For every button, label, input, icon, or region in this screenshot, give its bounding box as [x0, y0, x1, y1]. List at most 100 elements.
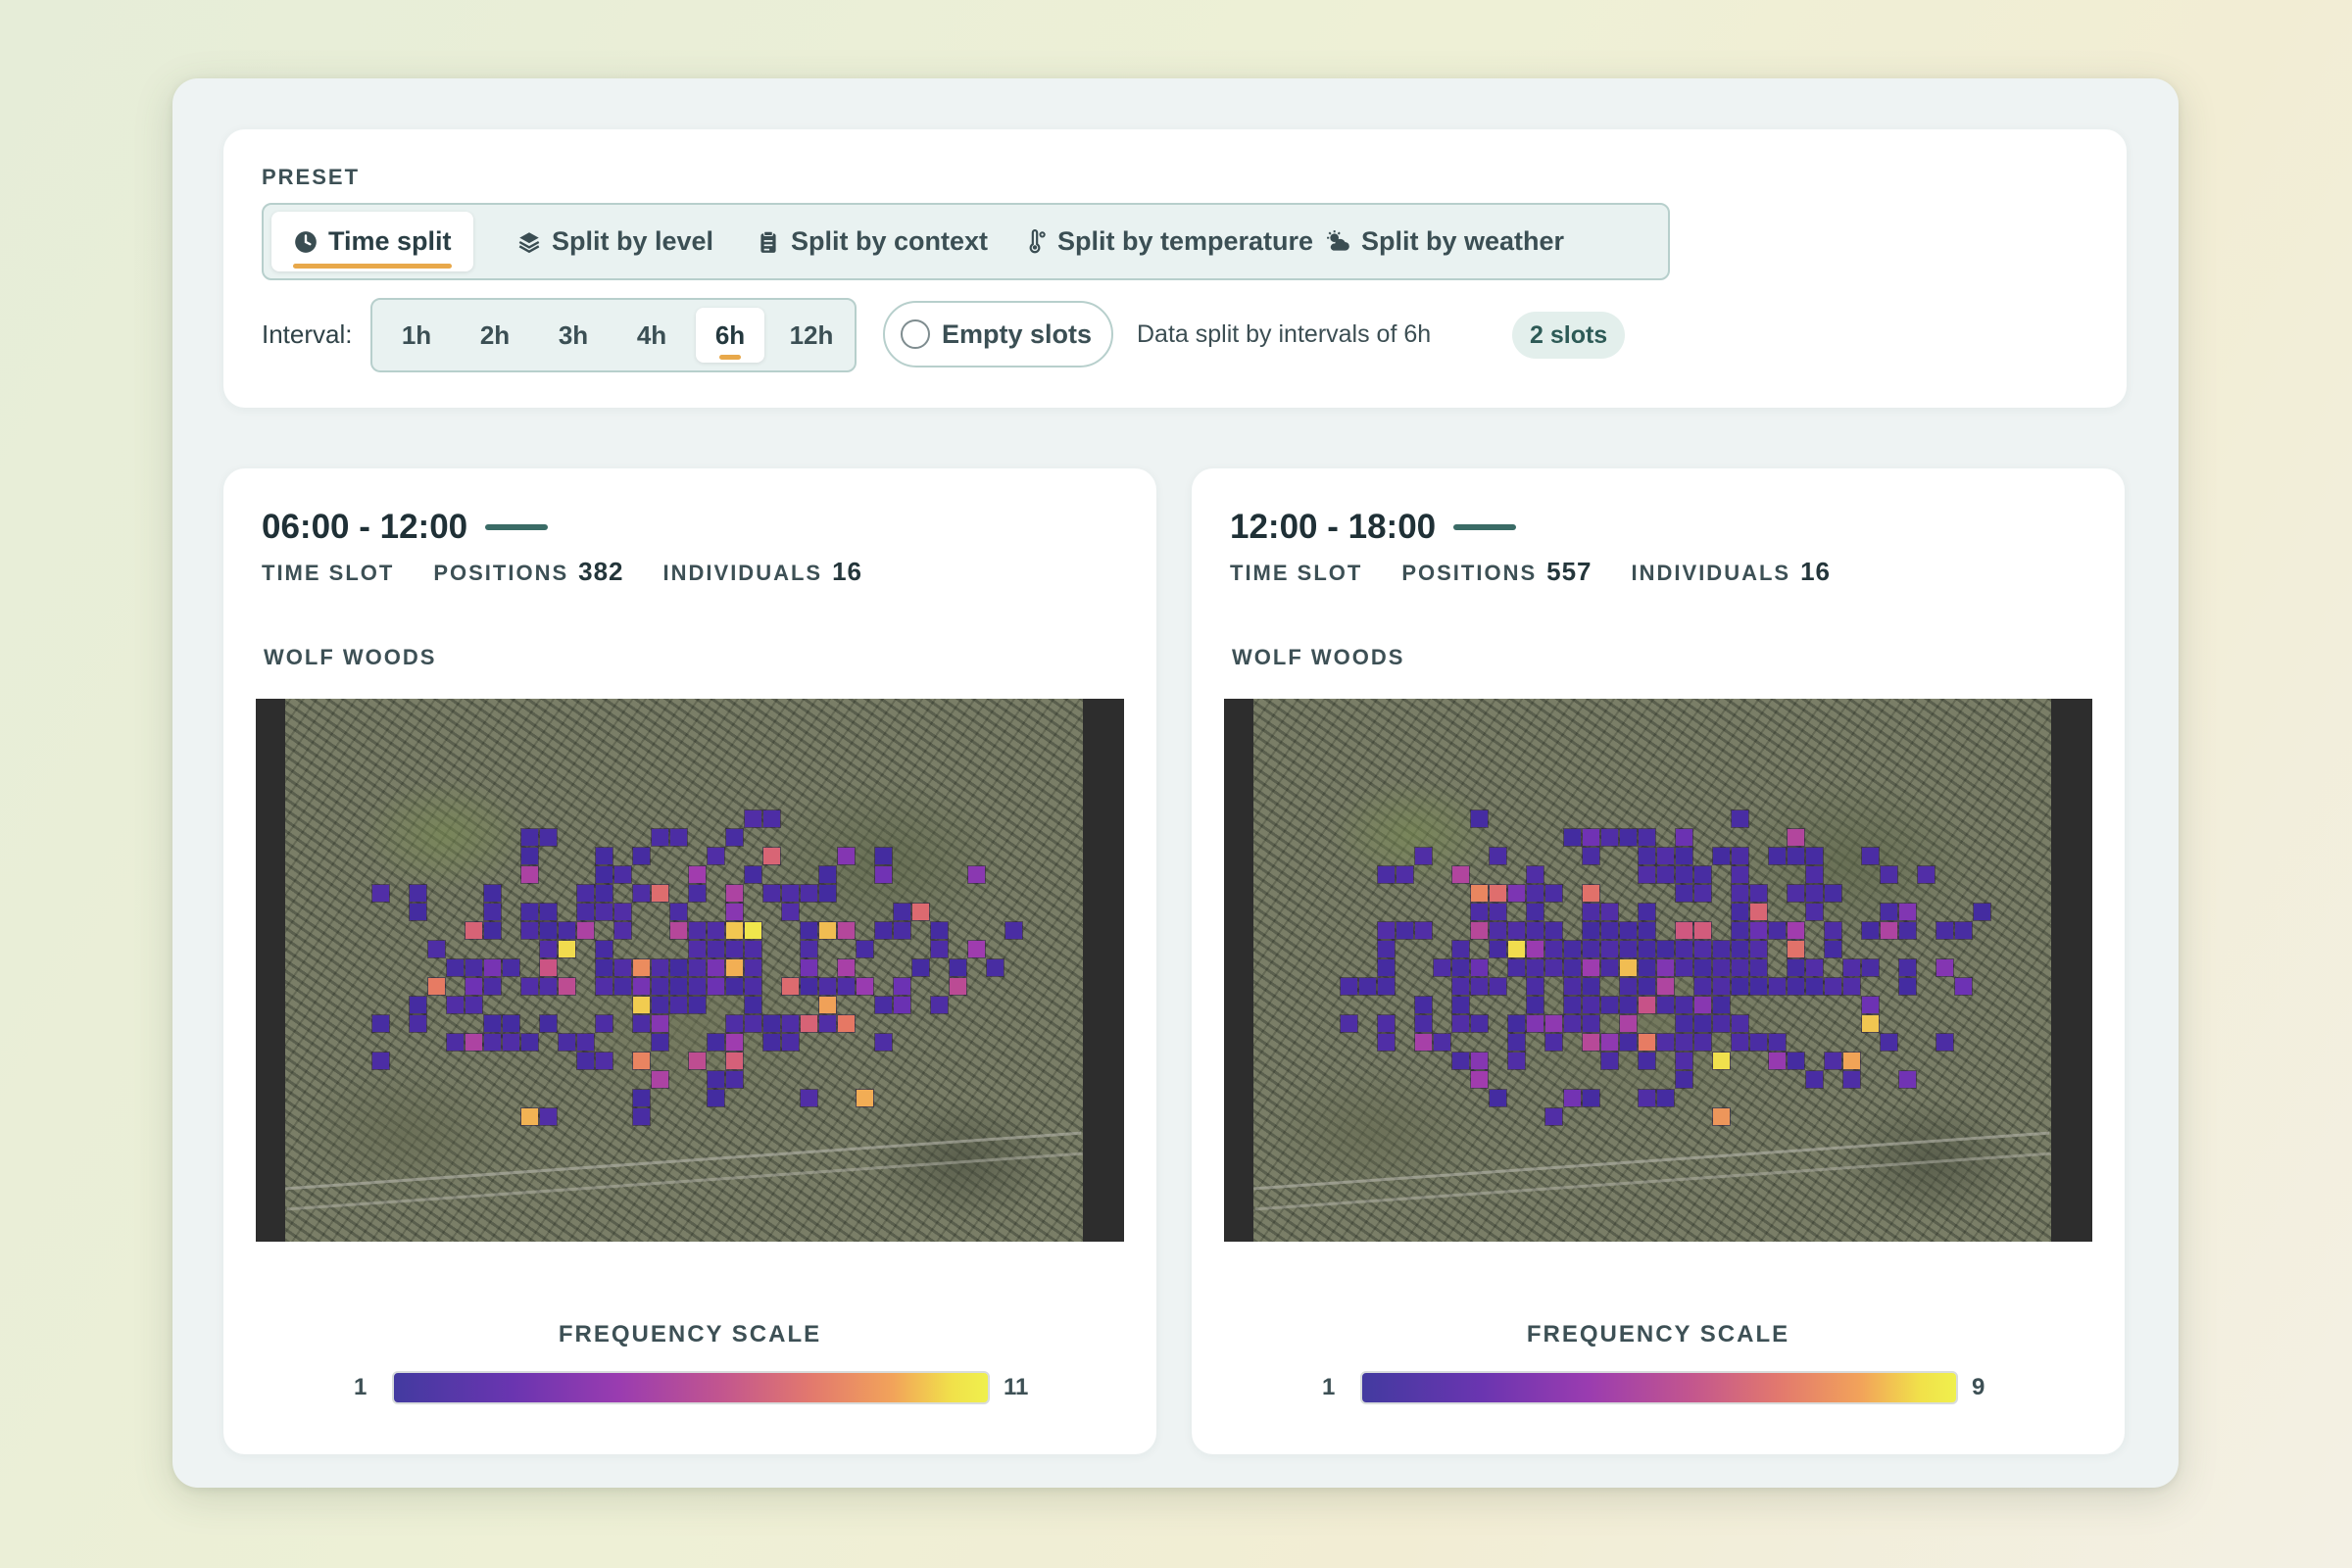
- heatmap-cell: [1861, 958, 1880, 977]
- heatmap-map[interactable]: [256, 699, 1124, 1242]
- preset-panel: PRESET Time split Split by level Split b…: [223, 129, 2127, 408]
- positions-label: POSITIONS: [1401, 561, 1538, 585]
- heatmap-cell: [1805, 884, 1824, 903]
- heatmap-cell: [1917, 865, 1936, 884]
- heatmap-cell: [1377, 958, 1396, 977]
- tab-time-split[interactable]: Time split: [271, 212, 473, 271]
- heatmap-cell: [1544, 884, 1563, 903]
- heatmap-cell: [1489, 977, 1507, 996]
- heatmap-cell: [800, 958, 818, 977]
- heatmap-cell: [744, 809, 762, 828]
- heatmap-layer: [1224, 699, 2092, 1242]
- heatmap-cell: [1451, 940, 1470, 958]
- heatmap-cell: [1470, 1070, 1489, 1089]
- heatmap-cell: [1712, 958, 1731, 977]
- heatmap-cell: [409, 884, 427, 903]
- clipboard-icon: [760, 230, 776, 253]
- heatmap-cell: [409, 1014, 427, 1033]
- heatmap-cell: [1414, 921, 1433, 940]
- heatmap-cell: [1749, 940, 1768, 958]
- heatmap-cell: [502, 1014, 520, 1033]
- heatmap-cell: [1638, 903, 1656, 921]
- heatmap-cell: [1656, 847, 1675, 865]
- heatmap-cell: [1582, 903, 1600, 921]
- heatmap-cell: [1638, 958, 1656, 977]
- heatmap-cell: [1749, 921, 1768, 940]
- frequency-scale: 1 9: [1192, 1368, 2125, 1407]
- interval-row: Interval: 1h 2h 3h 4h 6h 12h Empty slots…: [262, 298, 2104, 372]
- tab-split-by-weather[interactable]: Split by weather: [1304, 212, 1586, 271]
- heatmap-cell: [688, 940, 707, 958]
- heatmap-cell: [930, 996, 949, 1014]
- slots-count-badge: 2 slots: [1512, 312, 1626, 359]
- interval-option-3h[interactable]: 3h: [539, 308, 608, 363]
- heatmap-cell: [1712, 996, 1731, 1014]
- interval-option-12h[interactable]: 12h: [774, 308, 849, 363]
- tab-split-by-temperature[interactable]: Split by temperature: [1001, 212, 1335, 271]
- heatmap-map[interactable]: [1224, 699, 2092, 1242]
- heatmap-cell: [558, 1033, 576, 1052]
- heatmap-cell: [595, 847, 613, 865]
- heatmap-cell: [1638, 977, 1656, 996]
- heatmap-cell: [725, 1070, 744, 1089]
- heatmap-cell: [688, 977, 707, 996]
- heatmap-cell: [1582, 958, 1600, 977]
- heatmap-cell: [1414, 1014, 1433, 1033]
- heatmap-cell: [1544, 1107, 1563, 1126]
- heatmap-cell: [483, 977, 502, 996]
- frequency-max: 11: [1004, 1374, 1029, 1400]
- heatmap-cell: [1898, 903, 1917, 921]
- empty-slots-toggle[interactable]: Empty slots: [883, 301, 1113, 368]
- heatmap-cell: [688, 996, 707, 1014]
- heatmap-cell: [1842, 1052, 1861, 1070]
- tab-label: Split by weather: [1361, 226, 1565, 256]
- heatmap-cell: [725, 1052, 744, 1070]
- heatmap-cell: [669, 996, 688, 1014]
- heatmap-cell: [1675, 940, 1693, 958]
- heatmap-cell: [1973, 903, 1991, 921]
- heatmap-cell: [483, 921, 502, 940]
- heatmap-cell: [1600, 921, 1619, 940]
- heatmap-cell: [1451, 1014, 1470, 1033]
- frequency-scale-title: FREQUENCY SCALE: [558, 1321, 822, 1348]
- heatmap-cell: [1731, 1033, 1749, 1052]
- interval-option-4h[interactable]: 4h: [617, 308, 686, 363]
- heatmap-cell: [446, 958, 465, 977]
- heatmap-cell: [632, 1052, 651, 1070]
- heatmap-cell: [1563, 958, 1582, 977]
- interval-option-2h[interactable]: 2h: [461, 308, 529, 363]
- heatmap-cell: [1712, 1107, 1731, 1126]
- heatmap-cell: [669, 903, 688, 921]
- tab-split-by-level[interactable]: Split by level: [495, 212, 735, 271]
- heatmap-cell: [762, 809, 781, 828]
- heatmap-cell: [744, 958, 762, 977]
- heatmap-cell: [1526, 940, 1544, 958]
- interval-option-6h[interactable]: 6h: [696, 308, 764, 363]
- heatmap-cell: [1638, 921, 1656, 940]
- heatmap-cell: [1638, 1052, 1656, 1070]
- heatmap-cell: [632, 1089, 651, 1107]
- heatmap-cell: [800, 1014, 818, 1033]
- heatmap-cell: [1731, 865, 1749, 884]
- heatmap-cell: [520, 865, 539, 884]
- heatmap-cell: [1712, 1052, 1731, 1070]
- heatmap-cell: [1898, 921, 1917, 940]
- interval-option-1h[interactable]: 1h: [382, 308, 451, 363]
- heatmap-cell: [595, 903, 613, 921]
- heatmap-cell: [1861, 1014, 1880, 1033]
- heatmap-cell: [1563, 1014, 1582, 1033]
- heatmap-cell: [1842, 977, 1861, 996]
- heatmap-cell: [1582, 996, 1600, 1014]
- heatmap-cell: [465, 1033, 483, 1052]
- heatmap-cell: [1600, 958, 1619, 977]
- heatmap-cell: [1600, 940, 1619, 958]
- heatmap-cell: [725, 958, 744, 977]
- heatmap-cell: [967, 940, 986, 958]
- heatmap-cell: [949, 958, 967, 977]
- heatmap-cell: [1414, 847, 1433, 865]
- heatmap-cell: [707, 940, 725, 958]
- heatmap-cell: [539, 903, 558, 921]
- tab-split-by-context[interactable]: Split by context: [734, 212, 1009, 271]
- heatmap-cell: [1675, 958, 1693, 977]
- preset-tabs: Time split Split by level Split by conte…: [262, 203, 1670, 280]
